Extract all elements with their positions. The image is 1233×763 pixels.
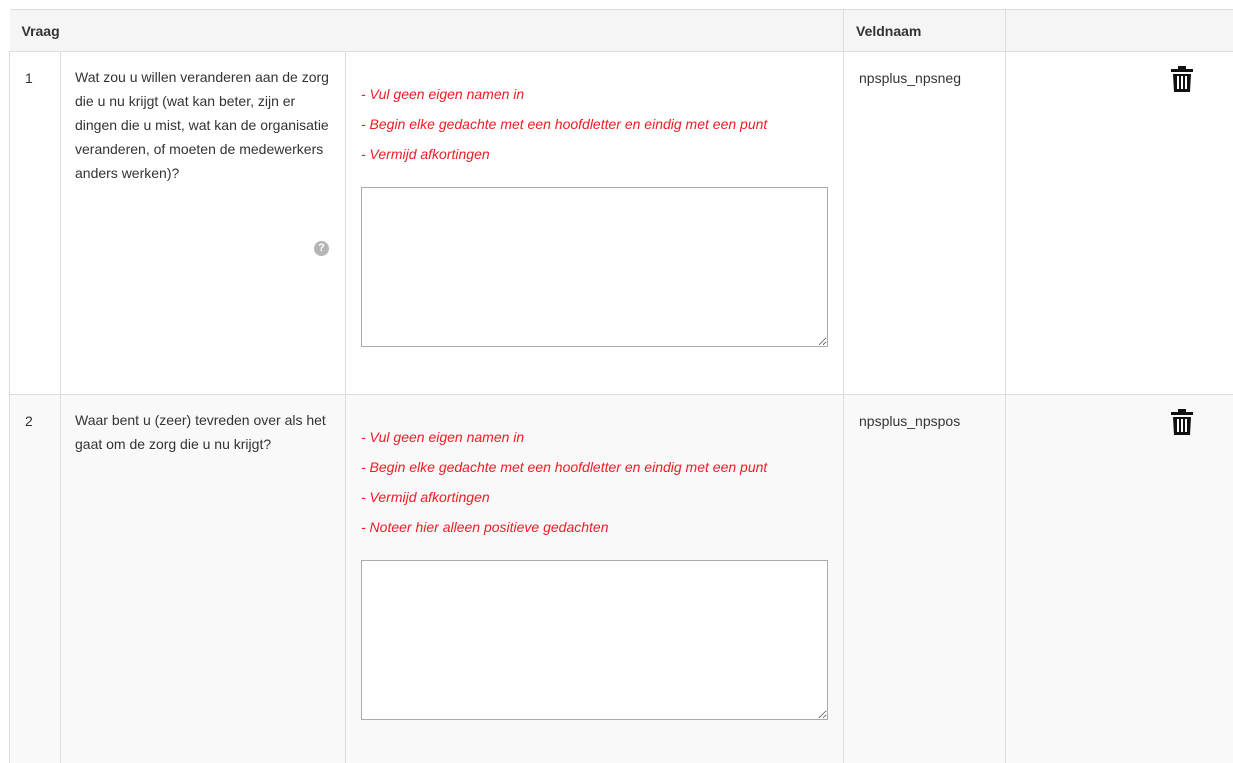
table-row: 2 Waar bent u (zeer) tevreden over als h… xyxy=(9,394,1233,763)
question-circle-icon[interactable]: ? xyxy=(314,241,329,256)
question-text: Wat zou u willen veranderen aan de zorg … xyxy=(75,69,329,181)
hint-item: - Begin elke gedachte met een hoofdlette… xyxy=(361,116,768,132)
hint-item: - Vermijd afkortingen xyxy=(361,489,490,505)
answer-cell: - Vul geen eigen namen in - Begin elke g… xyxy=(344,394,845,763)
trash-icon[interactable] xyxy=(1171,66,1194,92)
question-text-cell: Wat zou u willen veranderen aan de zorg … xyxy=(60,51,346,395)
trash-icon[interactable] xyxy=(1171,409,1194,435)
questions-table-container: Vraag Veldnaam 1 Wat zou u willen verand… xyxy=(9,9,1233,763)
hint-item: - Vermijd afkortingen xyxy=(361,146,490,162)
header-vraag: Vraag xyxy=(9,9,845,52)
question-text-cell: Waar bent u (zeer) tevreden over als het… xyxy=(60,394,346,763)
hint-item: - Vul geen eigen namen in xyxy=(361,429,525,445)
action-cell xyxy=(1005,394,1233,763)
hint-item: - Noteer hier alleen positieve gedachten xyxy=(361,519,609,535)
header-veldnaam: Veldnaam xyxy=(843,9,1007,52)
field-name: npsplus_npsneg xyxy=(843,51,1007,395)
hint-list: - Vul geen eigen namen in - Begin elke g… xyxy=(361,79,829,169)
table-row: 1 Wat zou u willen veranderen aan de zor… xyxy=(9,51,1233,395)
answer-textarea[interactable] xyxy=(361,187,828,347)
questions-table: Vraag Veldnaam 1 Wat zou u willen verand… xyxy=(9,9,1233,763)
table-header-row: Vraag Veldnaam xyxy=(9,9,1233,52)
hint-item: - Vul geen eigen namen in xyxy=(361,86,525,102)
question-number: 1 xyxy=(9,51,61,395)
answer-textarea[interactable] xyxy=(361,560,828,720)
question-number: 2 xyxy=(9,394,61,763)
header-actions xyxy=(1005,9,1233,52)
field-name: npsplus_npspos xyxy=(843,394,1007,763)
answer-cell: - Vul geen eigen namen in - Begin elke g… xyxy=(344,51,845,395)
action-cell xyxy=(1005,51,1233,395)
question-text: Waar bent u (zeer) tevreden over als het… xyxy=(75,412,326,452)
hint-item: - Begin elke gedachte met een hoofdlette… xyxy=(361,459,768,475)
hint-list: - Vul geen eigen namen in - Begin elke g… xyxy=(361,422,829,542)
